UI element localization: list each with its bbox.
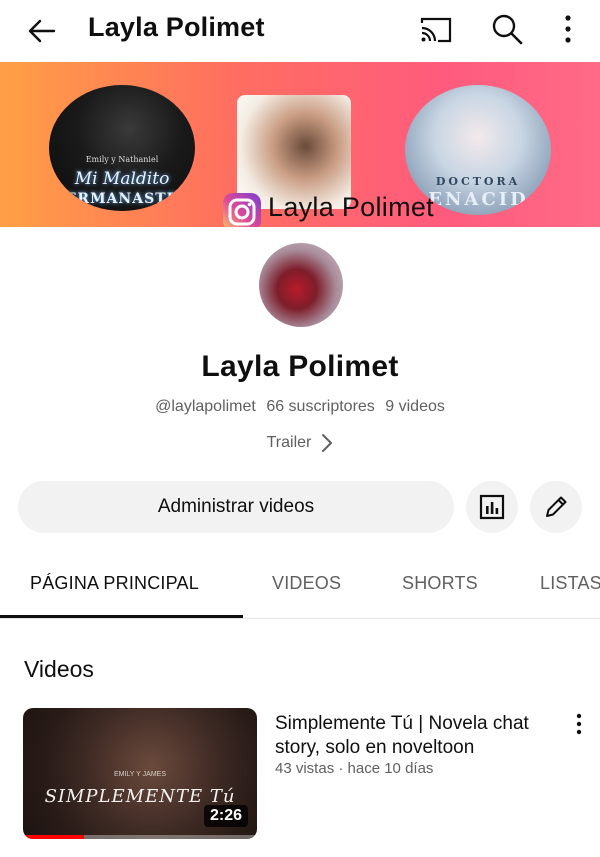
tab-shorts[interactable]: SHORTS: [402, 573, 478, 594]
cover-title: DOCTORA: [435, 175, 521, 188]
more-vertical-icon[interactable]: [556, 12, 580, 46]
top-app-bar: Layla Polimet: [0, 0, 600, 62]
instagram-icon: [222, 192, 262, 227]
avatar[interactable]: [259, 243, 343, 327]
trailer-link[interactable]: Trailer: [0, 433, 600, 453]
video-count: 9 videos: [385, 398, 445, 415]
search-icon[interactable]: [490, 12, 524, 46]
channel-banner: Emily y Nathaniel Mi Maldito HERMANASTRO…: [0, 62, 600, 227]
chevron-right-icon: [322, 434, 333, 452]
cover-subtitle: HERMANASTRO: [51, 191, 193, 207]
cast-icon[interactable]: [418, 14, 454, 46]
active-tab-indicator: [0, 615, 243, 618]
section-title: Videos: [24, 656, 94, 682]
tab-home[interactable]: PÁGINA PRINCIPAL: [30, 573, 199, 594]
channel-meta: @laylapolimet 66 suscriptores 9 videos: [0, 398, 600, 416]
back-arrow-icon[interactable]: [24, 13, 60, 49]
subscriber-count: 66 suscriptores: [266, 398, 375, 415]
video-more-icon[interactable]: [570, 712, 588, 738]
cover-title: Mi Maldito: [74, 169, 170, 189]
cover-author: Emily y Nathaniel: [85, 155, 159, 164]
analytics-icon: [479, 494, 505, 520]
manage-videos-button[interactable]: Administrar videos: [18, 481, 454, 533]
banner-cover-book-1: Emily y Nathaniel Mi Maldito HERMANASTRO: [49, 85, 195, 211]
channel-tabs: PÁGINA PRINCIPAL VIDEOS SHORTS LISTAS: [0, 555, 600, 619]
channel-name: Layla Polimet: [201, 350, 399, 383]
video-duration: 2:26: [203, 805, 248, 827]
video-title[interactable]: Simplemente Tú | Novela chat story, solo…: [275, 712, 560, 760]
watch-progress-fill: [23, 835, 84, 839]
video-meta: 43 vistas · hace 10 días: [275, 760, 434, 777]
pencil-icon: [546, 496, 567, 517]
trailer-label: Trailer: [266, 434, 312, 451]
video-thumbnail[interactable]: EMILY Y JAMES SIMPLEMENTE Tú 2:26: [23, 708, 257, 839]
watch-progress-bar: [23, 835, 257, 839]
tab-videos[interactable]: VIDEOS: [272, 573, 341, 594]
channel-handle: @laylapolimet: [155, 398, 256, 415]
thumbnail-author: EMILY Y JAMES: [113, 771, 166, 778]
analytics-button[interactable]: [466, 481, 518, 533]
page-title: Layla Polimet: [88, 12, 265, 42]
thumbnail-title: SIMPLEMENTE Tú: [44, 786, 236, 807]
tab-playlists[interactable]: LISTAS: [540, 573, 600, 594]
edit-channel-button[interactable]: [530, 481, 582, 533]
banner-handle: Layla Polimet: [268, 192, 434, 222]
